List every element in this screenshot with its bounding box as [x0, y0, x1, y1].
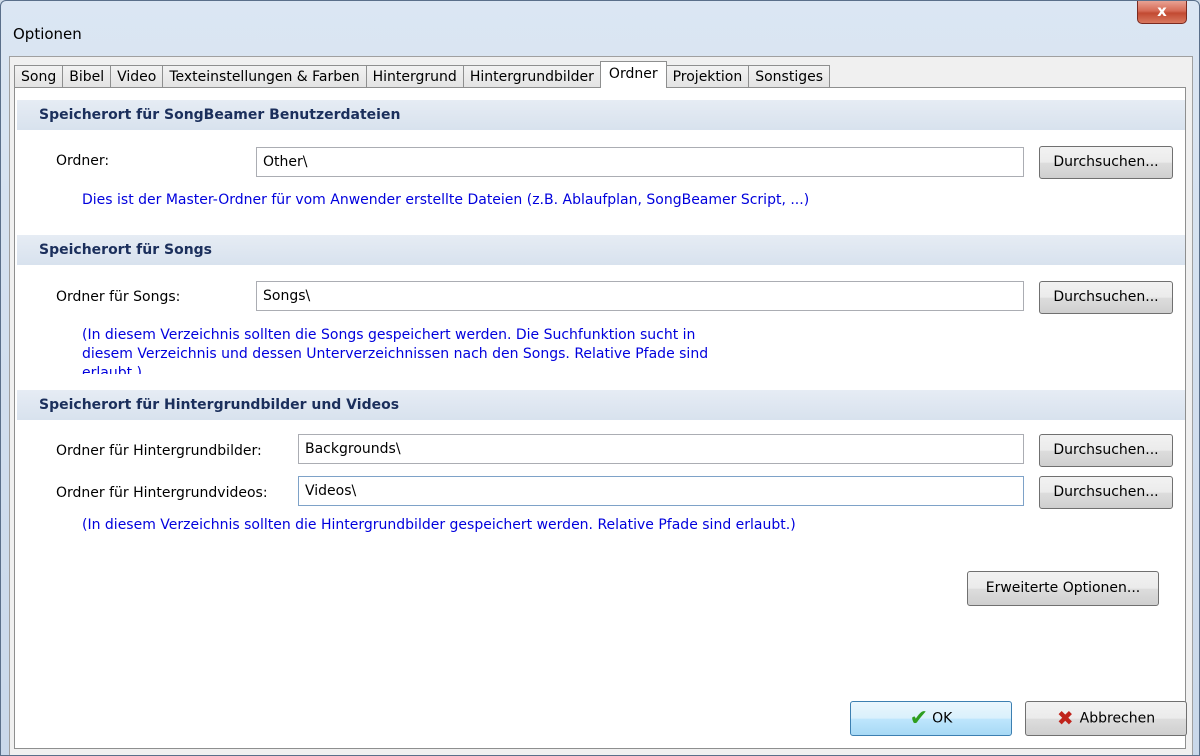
browse-user-folder-button[interactable]: Durchsuchen...	[1039, 146, 1173, 179]
tab-strip: Song Bibel Video Texteinstellungen & Far…	[14, 61, 831, 88]
browse-songs-folder-button[interactable]: Durchsuchen...	[1039, 281, 1173, 314]
cancel-button[interactable]: ✖ Abbrechen	[1025, 701, 1187, 736]
songs-folder-input[interactable]: Songs\	[256, 281, 1024, 311]
songs-folder-label: Ordner für Songs:	[56, 289, 181, 305]
tab-song[interactable]: Song	[14, 65, 64, 88]
bg-images-input[interactable]: Backgrounds\	[298, 434, 1024, 464]
bg-videos-label: Ordner für Hintergrundvideos:	[56, 485, 268, 501]
advanced-options-button[interactable]: Erweiterte Optionen...	[967, 571, 1159, 606]
tab-texteinstellungen[interactable]: Texteinstellungen & Farben	[162, 65, 367, 88]
songs-note-line1: (In diesem Verzeichnis sollten die Songs…	[82, 327, 696, 343]
browse-bg-images-button[interactable]: Durchsuchen...	[1039, 434, 1173, 467]
songs-note-clip: (In diesem Verzeichnis sollten die Songs…	[82, 326, 882, 374]
x-cross-icon: ✖	[1056, 706, 1074, 730]
bg-images-label: Ordner für Hintergrundbilder:	[56, 443, 262, 459]
user-folder-input[interactable]: Other\	[256, 147, 1024, 177]
checkmark-icon: ✔	[909, 706, 929, 731]
close-icon: x	[1157, 2, 1167, 20]
close-button[interactable]: x	[1137, 1, 1187, 24]
user-folder-note: Dies ist der Master-Ordner für vom Anwen…	[82, 192, 810, 208]
bg-videos-input[interactable]: Videos\	[298, 476, 1024, 506]
window-title: Optionen	[13, 25, 82, 43]
ok-button-label: OK	[932, 710, 953, 727]
user-folder-label: Ordner:	[56, 153, 110, 169]
section-header-user-files: Speicherort für SongBeamer Benutzerdatei…	[17, 100, 1185, 130]
tab-ordner[interactable]: Ordner	[599, 61, 667, 88]
section-header-backgrounds: Speicherort für Hintergrundbilder und Vi…	[17, 390, 1185, 420]
tab-hintergrundbilder[interactable]: Hintergrundbilder	[462, 65, 601, 88]
songs-note-line2: diesem Verzeichnis und dessen Unterverze…	[82, 346, 709, 362]
songs-folder-note: (In diesem Verzeichnis sollten die Songs…	[82, 326, 708, 374]
ok-button[interactable]: ✔ OK	[850, 701, 1012, 736]
cancel-button-label: Abbrechen	[1079, 710, 1156, 727]
tab-hintergrund[interactable]: Hintergrund	[365, 65, 464, 88]
title-bar: Optionen x	[1, 1, 1199, 55]
tab-bibel[interactable]: Bibel	[62, 65, 112, 88]
tab-projektion[interactable]: Projektion	[665, 65, 750, 88]
tab-sonstiges[interactable]: Sonstiges	[748, 65, 831, 88]
browse-bg-videos-button[interactable]: Durchsuchen...	[1039, 476, 1173, 509]
songs-note-line3: erlaubt.)	[82, 365, 142, 374]
section-header-songs: Speicherort für Songs	[17, 235, 1185, 265]
tab-video[interactable]: Video	[110, 65, 164, 88]
bg-folder-note: (In diesem Verzeichnis sollten die Hinte…	[82, 517, 796, 533]
